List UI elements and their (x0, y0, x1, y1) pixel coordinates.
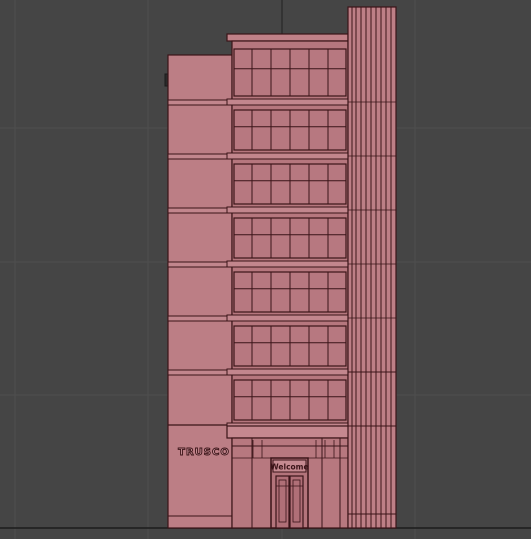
cad-viewport[interactable]: Welcome TRUSCO (0, 0, 531, 539)
entrance-door-left (275, 475, 290, 529)
floor-slab (226, 152, 349, 160)
welcome-sign-text: Welcome (270, 463, 308, 472)
entrance: Welcome (270, 457, 309, 529)
floor-slab (226, 314, 349, 322)
floor-slab (167, 99, 233, 106)
center-glazed-block (226, 33, 349, 430)
entrance-canopy (226, 425, 350, 439)
floor-slab (167, 261, 233, 268)
floor-slab (226, 98, 349, 106)
right-fin-tower (347, 6, 397, 529)
elevation-drawing: Welcome TRUSCO (0, 0, 531, 539)
entrance-door-right (289, 475, 304, 529)
building-elevation: Welcome TRUSCO (0, 6, 531, 529)
floor-slab (226, 260, 349, 268)
floor-slab (167, 369, 233, 376)
roof-parapet (226, 33, 349, 42)
floor-slab (167, 153, 233, 160)
floor-slab (226, 206, 349, 214)
floor-slab (226, 368, 349, 376)
floor-slab (167, 207, 233, 214)
floor-slab (167, 315, 233, 322)
brand-sign: TRUSCO (178, 447, 230, 458)
